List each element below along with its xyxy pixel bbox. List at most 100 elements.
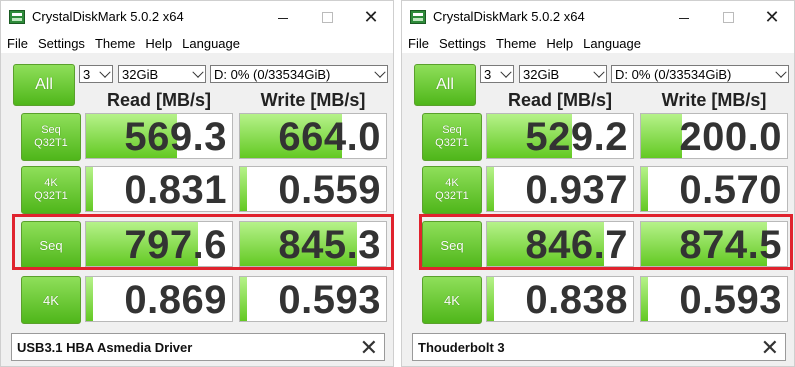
seq-q32t1-button[interactable]: Seq Q32T1 (21, 113, 81, 161)
result-bar (487, 277, 495, 321)
comment-field[interactable]: Thouderbolt 3 ✕ (412, 333, 786, 361)
4k-q32t1-read-result: 0.831 (85, 166, 233, 212)
run-all-button[interactable]: All (414, 64, 476, 106)
menu-theme[interactable]: Theme (95, 36, 135, 51)
row-sublabel: Q32T1 (435, 137, 469, 149)
result-bar (641, 114, 682, 158)
chevron-down-icon (99, 66, 111, 78)
menu-language[interactable]: Language (182, 36, 240, 51)
clear-comment-icon[interactable]: ✕ (360, 335, 378, 361)
result-value: 0.593 (679, 278, 782, 322)
benchmark-panel: All 3 32GiB D: 0% (0/33534GiB) Read [MB/… (1, 55, 393, 366)
drive-select[interactable]: D: 0% (0/33534GiB) (210, 65, 388, 83)
close-button[interactable]: ✕ (349, 1, 393, 33)
close-icon: ✕ (363, 6, 379, 27)
menu-file[interactable]: File (408, 36, 429, 51)
4k-button[interactable]: 4K (422, 276, 482, 324)
write-header: Write [MB/s] (260, 90, 366, 110)
seq-q32t1-write-result: 664.0 (239, 113, 387, 159)
title-bar: CrystalDiskMark 5.0.2 x64 ✕ (402, 1, 794, 33)
seq-button[interactable]: Seq (422, 221, 482, 269)
run-all-button[interactable]: All (13, 64, 75, 106)
result-value: 529.2 (525, 115, 628, 159)
4k-button[interactable]: 4K (21, 276, 81, 324)
menu-settings[interactable]: Settings (38, 36, 85, 51)
result-value: 0.570 (679, 168, 782, 212)
minimize-icon (278, 17, 288, 19)
maximize-icon (722, 11, 734, 23)
row-label: 4K (44, 177, 58, 189)
4k-write-result: 0.593 (640, 276, 788, 322)
drive-value: D: 0% (0/33534GiB) (615, 67, 732, 82)
4k-q32t1-button[interactable]: 4K Q32T1 (422, 166, 482, 214)
chevron-down-icon (593, 66, 605, 78)
test-size-select[interactable]: 32GiB (519, 65, 607, 83)
menu-settings[interactable]: Settings (439, 36, 486, 51)
window-controls: ✕ (261, 1, 393, 33)
test-size-select[interactable]: 32GiB (118, 65, 206, 83)
comment-text: Thouderbolt 3 (418, 340, 505, 355)
chevron-down-icon (775, 66, 787, 78)
chevron-down-icon (192, 66, 204, 78)
row-label: Seq (442, 124, 462, 136)
result-value: 0.937 (525, 168, 628, 212)
read-header: Read [MB/s] (106, 90, 211, 110)
clear-comment-icon[interactable]: ✕ (761, 335, 779, 361)
window-title: CrystalDiskMark 5.0.2 x64 (32, 9, 184, 24)
result-value: 0.559 (278, 168, 381, 212)
comment-text: USB3.1 HBA Asmedia Driver (17, 340, 193, 355)
seq-q32t1-button[interactable]: Seq Q32T1 (422, 113, 482, 161)
maximize-button[interactable] (706, 1, 750, 33)
benchmark-window-right: CrystalDiskMark 5.0.2 x64 ✕ File Setting… (401, 0, 795, 367)
test-count-select[interactable]: 3 (79, 65, 113, 83)
result-value: 0.838 (525, 278, 628, 322)
drive-value: D: 0% (0/33534GiB) (214, 67, 331, 82)
result-value: 0.869 (124, 278, 227, 322)
chevron-down-icon (374, 66, 386, 78)
4k-q32t1-button[interactable]: 4K Q32T1 (21, 166, 81, 214)
test-count-select[interactable]: 3 (480, 65, 514, 83)
drive-select[interactable]: D: 0% (0/33534GiB) (611, 65, 789, 83)
menu-theme[interactable]: Theme (496, 36, 536, 51)
result-bar (240, 167, 248, 211)
maximize-button[interactable] (305, 1, 349, 33)
menu-file[interactable]: File (7, 36, 28, 51)
result-bar (86, 167, 94, 211)
4k-read-result: 0.869 (85, 276, 233, 322)
minimize-button[interactable] (662, 1, 706, 33)
menu-help[interactable]: Help (145, 36, 172, 51)
4k-q32t1-write-result: 0.570 (640, 166, 788, 212)
test-size-value: 32GiB (122, 67, 159, 82)
result-bar (641, 277, 649, 321)
result-value: 664.0 (278, 115, 381, 159)
row-label: 4K (444, 292, 460, 308)
menu-bar: File Settings Theme Help Language (1, 33, 393, 53)
row-label: 4K (43, 292, 59, 308)
seq-read-result: 846.7 (486, 221, 634, 267)
maximize-icon (321, 11, 333, 23)
result-bar (641, 167, 649, 211)
row-sublabel: Q32T1 (34, 190, 68, 202)
4k-q32t1-read-result: 0.937 (486, 166, 634, 212)
seq-write-result: 874.5 (640, 221, 788, 267)
chevron-down-icon (500, 66, 512, 78)
row-label: 4K (445, 177, 459, 189)
comment-field[interactable]: USB3.1 HBA Asmedia Driver ✕ (11, 333, 385, 361)
4k-write-result: 0.593 (239, 276, 387, 322)
row-label: Seq (41, 124, 61, 136)
seq-button[interactable]: Seq (21, 221, 81, 269)
result-value: 874.5 (679, 223, 782, 267)
title-bar: CrystalDiskMark 5.0.2 x64 ✕ (1, 1, 393, 33)
result-value: 569.3 (124, 115, 227, 159)
result-bar (86, 277, 94, 321)
seq-q32t1-write-result: 200.0 (640, 113, 788, 159)
result-bar (487, 167, 495, 211)
read-header: Read [MB/s] (507, 90, 612, 110)
menu-help[interactable]: Help (546, 36, 573, 51)
menu-language[interactable]: Language (583, 36, 641, 51)
benchmark-window-left: CrystalDiskMark 5.0.2 x64 ✕ File Setting… (0, 0, 394, 367)
4k-read-result: 0.838 (486, 276, 634, 322)
minimize-icon (679, 17, 689, 19)
minimize-button[interactable] (261, 1, 305, 33)
close-button[interactable]: ✕ (750, 1, 794, 33)
